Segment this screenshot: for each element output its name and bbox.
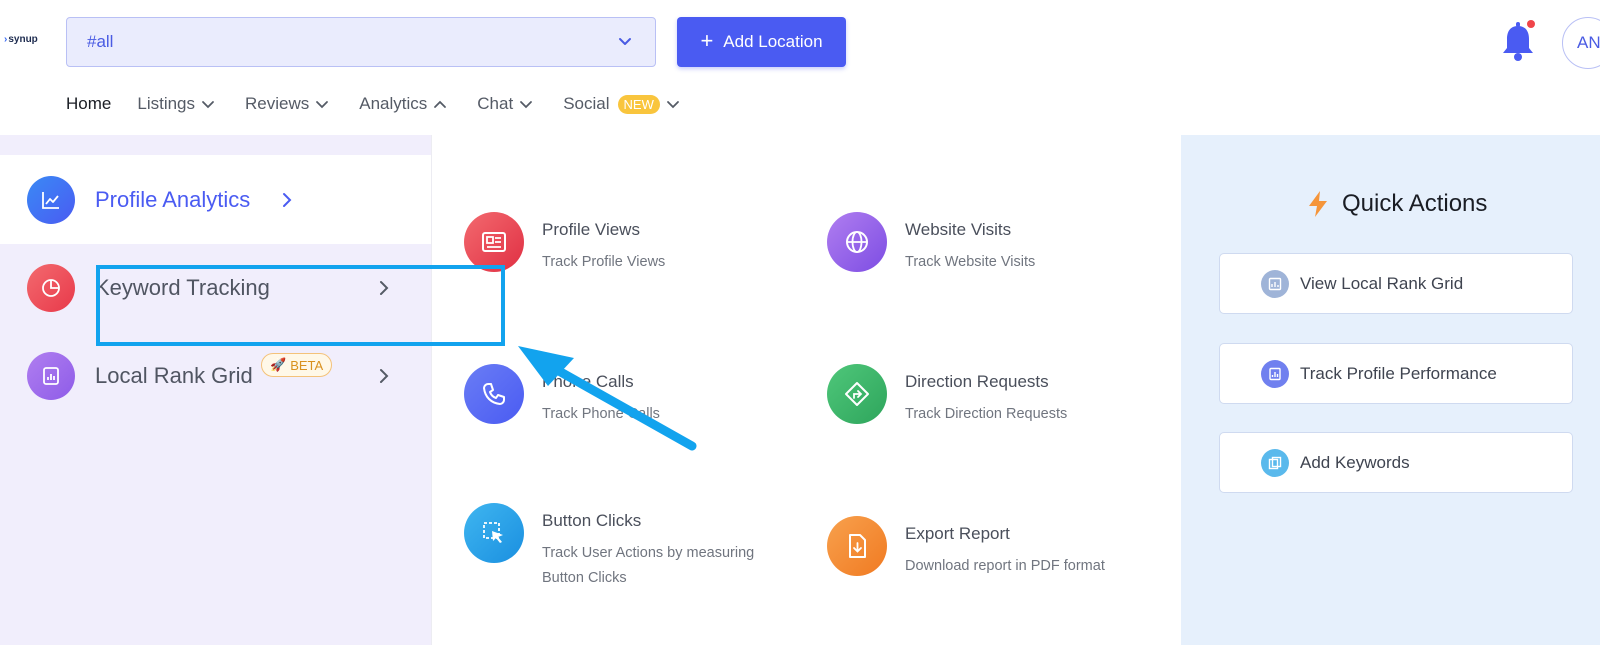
- profile-report-icon: [1261, 359, 1289, 388]
- quick-action-label: Add Keywords: [1300, 452, 1410, 472]
- add-keywords-button[interactable]: Add Keywords: [1219, 432, 1573, 493]
- nav-reviews[interactable]: Reviews: [245, 94, 329, 114]
- chevron-up-icon: [434, 100, 447, 108]
- add-location-button[interactable]: + Add Location: [677, 17, 846, 67]
- nav-social-label: Social: [563, 94, 610, 113]
- feature-subtitle: Track Direction Requests: [905, 406, 1068, 422]
- nav-social[interactable]: Social NEW: [563, 94, 680, 114]
- nav-home[interactable]: Home: [66, 94, 111, 114]
- feature-subtitle: Track Profile Views: [542, 254, 666, 270]
- keywords-icon: [1261, 448, 1289, 477]
- nav-chat[interactable]: Chat: [477, 94, 533, 114]
- nav-listings-label: Listings: [137, 94, 195, 113]
- logo-text: synup: [8, 34, 38, 45]
- beta-badge: 🚀 BETA: [261, 353, 333, 377]
- nav-analytics[interactable]: Analytics: [359, 94, 447, 114]
- feature-profile-views[interactable]: Profile Views Track Profile Views: [464, 212, 665, 275]
- chevron-down-icon: [619, 38, 631, 45]
- nav-listings[interactable]: Listings: [137, 94, 215, 114]
- notification-bell-icon[interactable]: [1498, 20, 1538, 64]
- direction-icon: [827, 364, 887, 424]
- add-location-label: Add Location: [723, 32, 823, 51]
- feature-title: Export Report: [905, 524, 1010, 543]
- feature-subtitle: Track Website Visits: [905, 254, 1036, 270]
- chevron-down-icon: [202, 101, 214, 109]
- feature-subtitle: Track Phone Calls: [542, 406, 660, 422]
- rocket-icon: 🚀: [270, 357, 287, 372]
- globe-icon: [827, 212, 887, 272]
- user-avatar[interactable]: AN: [1562, 17, 1600, 69]
- quick-actions-title-text: Quick Actions: [1342, 190, 1488, 217]
- phone-icon: [464, 364, 524, 424]
- feature-title: Button Clicks: [542, 511, 642, 530]
- beta-label: BETA: [290, 357, 324, 373]
- avatar-initials: AN: [1577, 33, 1600, 52]
- feature-subtitle: Track User Actions by measuring Button C…: [542, 541, 754, 591]
- track-profile-performance-button[interactable]: Track Profile Performance: [1219, 343, 1573, 404]
- bar-report-icon: [27, 352, 75, 400]
- quick-actions-title: Quick Actions: [1306, 190, 1487, 218]
- nav-home-label: Home: [66, 94, 112, 113]
- feature-button-clicks[interactable]: Button Clicks Track User Actions by meas…: [464, 503, 754, 591]
- location-select[interactable]: #all: [66, 17, 656, 67]
- chevron-down-icon: [316, 101, 329, 109]
- profile-card-icon: [464, 212, 524, 272]
- chart-line-icon: [27, 176, 75, 224]
- sidebar-item-profile-analytics[interactable]: Profile Analytics: [27, 176, 250, 224]
- synup-logo[interactable]: › synup: [4, 34, 38, 45]
- sidebar-item-local-rank-grid[interactable]: Local Rank Grid: [27, 352, 253, 400]
- chevron-down-icon: [520, 101, 533, 109]
- quick-action-label: Track Profile Performance: [1300, 363, 1497, 383]
- feature-title: Direction Requests: [905, 372, 1049, 391]
- chevron-right-icon: [380, 281, 389, 295]
- sidebar-item-label: Profile Analytics: [95, 187, 251, 212]
- feature-subtitle-line: Button Clicks: [542, 570, 627, 586]
- plus-icon: +: [700, 27, 714, 53]
- view-local-rank-grid-button[interactable]: View Local Rank Grid: [1219, 253, 1573, 314]
- feature-direction-requests[interactable]: Direction Requests Track Direction Reque…: [827, 364, 1067, 427]
- quick-action-label: View Local Rank Grid: [1300, 273, 1464, 293]
- notification-dot: [1527, 20, 1535, 28]
- pie-chart-icon: [27, 264, 75, 312]
- chevron-right-icon: [380, 369, 389, 383]
- main-nav: Home Listings Reviews Analytics Chat Soc…: [66, 94, 710, 114]
- chevron-right-icon: [283, 193, 292, 207]
- app-page: › synup #all + Add Location AN Home Listi…: [0, 0, 1600, 645]
- nav-reviews-label: Reviews: [245, 94, 310, 113]
- nav-chat-label: Chat: [477, 94, 514, 113]
- feature-subtitle-line: Track User Actions by measuring: [542, 545, 755, 561]
- chevron-down-icon: [666, 101, 679, 109]
- feature-export-report[interactable]: Export Report Download report in PDF for…: [827, 516, 1105, 579]
- feature-title: Phone Calls: [542, 372, 634, 391]
- feature-subtitle: Download report in PDF format: [905, 558, 1105, 574]
- sidebar-item-label: Local Rank Grid: [95, 363, 253, 388]
- location-value: #all: [87, 32, 114, 51]
- sidebar-item-keyword-tracking[interactable]: Keyword Tracking: [27, 264, 270, 312]
- lightning-bolt-icon: [1309, 191, 1327, 217]
- feature-title: Profile Views: [542, 220, 640, 239]
- new-badge: NEW: [617, 94, 660, 114]
- download-doc-icon: [827, 516, 887, 576]
- sidebar-item-label: Keyword Tracking: [95, 275, 270, 300]
- feature-title: Website Visits: [905, 220, 1012, 239]
- cursor-click-icon: [464, 503, 524, 563]
- feature-phone-calls[interactable]: Phone Calls Track Phone Calls: [464, 364, 660, 427]
- grid-report-icon: [1261, 269, 1289, 298]
- feature-website-visits[interactable]: Website Visits Track Website Visits: [827, 212, 1035, 275]
- nav-analytics-label: Analytics: [359, 94, 428, 113]
